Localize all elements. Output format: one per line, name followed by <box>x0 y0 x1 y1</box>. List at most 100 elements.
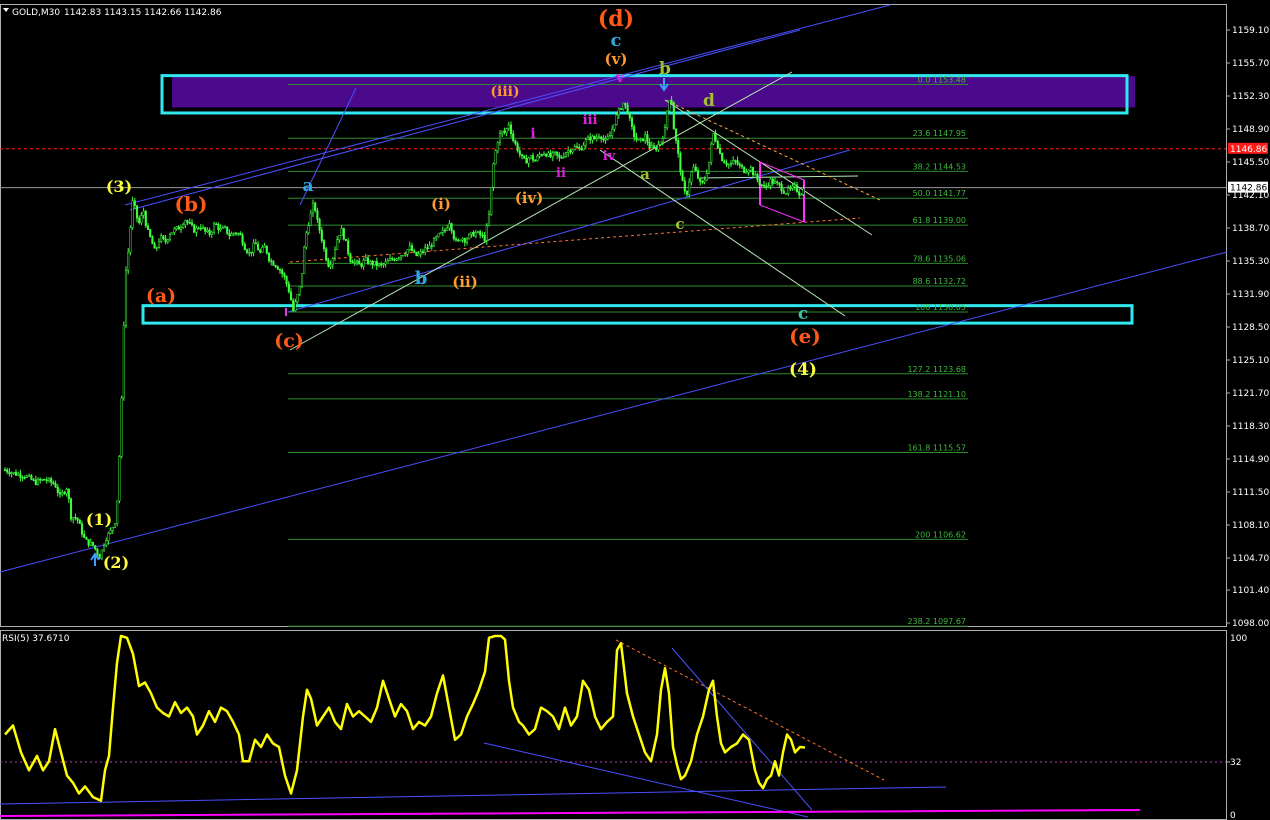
candle-body <box>124 270 128 326</box>
candle-body <box>406 249 409 255</box>
candle-body <box>430 245 433 247</box>
candle-body <box>19 473 22 478</box>
candle-body <box>575 146 579 148</box>
candle-body <box>362 259 365 267</box>
candle-body <box>613 124 616 130</box>
candle-body <box>718 148 722 154</box>
candle-body <box>380 263 383 266</box>
candle-body <box>8 471 11 475</box>
candle-body <box>765 185 768 187</box>
candle-body <box>188 222 191 224</box>
candle-body <box>600 136 603 140</box>
candle-body <box>782 190 785 194</box>
candle-body <box>701 181 704 183</box>
candle-body <box>353 261 356 264</box>
candle-body <box>265 245 268 254</box>
wave-label: c <box>611 30 622 51</box>
price-chart[interactable]: 1159.10 1155.70 1152.30 1148.90 1145.50 1142.… <box>0 0 1270 820</box>
candle-body <box>582 144 585 151</box>
candle-body <box>707 161 711 174</box>
candle-body <box>256 243 260 251</box>
candle-body <box>474 232 477 237</box>
candle-body <box>285 276 288 284</box>
candle-body <box>309 212 312 226</box>
candle-body <box>311 202 315 214</box>
candle-body <box>729 163 733 165</box>
candle-body <box>135 205 139 219</box>
candle-body <box>639 138 642 141</box>
candle-body <box>375 260 378 266</box>
candle-body <box>250 251 253 254</box>
candle-body <box>204 227 207 232</box>
candle-body <box>569 150 572 153</box>
candle-body <box>237 233 240 235</box>
candle-body <box>305 232 308 248</box>
candle-body <box>778 182 781 185</box>
candle-body <box>732 160 735 164</box>
candle-body <box>56 487 59 493</box>
fib-level-label: 200 1106.62 <box>915 530 966 539</box>
candle-body <box>421 251 425 253</box>
candle-body <box>663 127 667 139</box>
candle-body <box>3 469 7 471</box>
fib-level-label: 61.8 1139.00 <box>913 216 966 225</box>
candle-body <box>512 133 515 141</box>
candle-body <box>102 545 106 551</box>
candle-body <box>50 478 53 483</box>
candle-body <box>336 239 339 250</box>
candle-body <box>10 472 13 475</box>
wave-label: b <box>659 59 671 79</box>
candle-body <box>190 222 194 226</box>
candle-body <box>39 478 42 481</box>
candle-body <box>514 140 517 144</box>
wave-label: (3) <box>106 177 132 196</box>
candle-body <box>415 252 418 256</box>
price-tick-label: 1131.90 <box>1232 290 1269 300</box>
candle-body <box>650 145 653 149</box>
rsi-axis-bottom: 0 <box>1230 811 1236 820</box>
candle-body <box>248 251 251 254</box>
candle-body <box>384 261 387 265</box>
candle-body <box>710 143 713 163</box>
candle-body <box>549 152 552 158</box>
candle-body <box>373 260 376 266</box>
candle-body <box>157 241 161 248</box>
candle-body <box>221 227 224 229</box>
candle-body <box>419 251 422 255</box>
candle-body <box>322 240 326 250</box>
candle-body <box>641 138 645 142</box>
candle-body <box>173 228 176 233</box>
candle-body <box>791 185 794 189</box>
candle-body <box>25 475 29 478</box>
candle-body <box>283 273 286 277</box>
candle-body <box>509 124 513 135</box>
candle-body <box>160 235 163 242</box>
candle-body <box>705 172 708 181</box>
candle-body <box>556 151 559 156</box>
candle-body <box>789 187 792 190</box>
price-tick-label: 1155.70 <box>1232 59 1269 69</box>
candle-body <box>234 232 238 235</box>
candle-body <box>162 235 165 240</box>
candle-body <box>441 229 444 233</box>
candle-body <box>716 140 719 149</box>
candle-body <box>32 479 35 481</box>
candle-body <box>727 163 730 166</box>
candle-body <box>490 186 493 215</box>
candle-body <box>523 155 526 159</box>
candle-body <box>476 231 480 233</box>
candle-body <box>166 239 169 243</box>
wave-label: (i) <box>431 195 451 213</box>
candle-body <box>413 250 416 253</box>
candle-body <box>369 261 372 264</box>
candle-body <box>657 144 660 151</box>
candle-body <box>591 136 594 141</box>
candle-body <box>795 184 799 193</box>
candle-body <box>703 179 706 183</box>
candle-body <box>769 178 772 186</box>
candle-body <box>492 163 495 188</box>
candle-body <box>780 184 783 192</box>
fib-level-label: 0.0 1153.48 <box>918 76 966 85</box>
candle-body <box>146 225 150 230</box>
fib-level-label: 88.6 1132.72 <box>913 277 966 286</box>
